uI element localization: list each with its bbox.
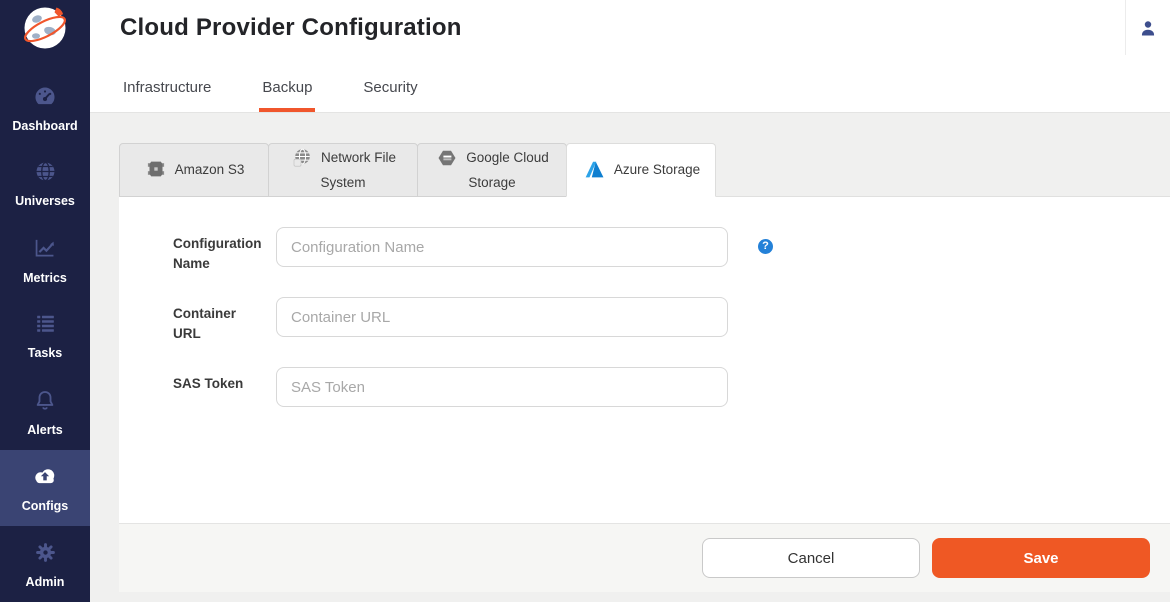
s3-icon [144,157,168,181]
sidebar-item-label: Configs [22,500,69,513]
app-logo[interactable] [0,0,90,69]
sidebar-item-label: Universes [15,195,75,208]
save-button[interactable]: Save [932,538,1150,578]
nfs-icon [290,146,314,170]
form-row-sas-token: SAS Token [173,367,1170,407]
storage-tab-amazon-s3[interactable]: Amazon S3 [119,143,269,197]
user-icon [1137,17,1159,39]
cancel-button[interactable]: Cancel [702,538,920,578]
storage-tab-label: Network File System [320,150,396,189]
form-row-container-url: Container URL [173,297,1170,343]
sidebar-item-label: Metrics [23,272,67,285]
sidebar-item-label: Dashboard [12,120,77,133]
form-action-bar: Cancel Save [119,523,1170,592]
sidebar-item-tasks[interactable]: Tasks [0,298,90,374]
universes-icon [33,159,58,189]
user-menu-button[interactable] [1125,0,1170,55]
metrics-icon [32,235,58,266]
sas-token-input[interactable] [276,367,728,407]
sas-token-label: SAS Token [173,367,263,394]
sidebar-item-alerts[interactable]: Alerts [0,374,90,450]
configs-icon [30,463,60,494]
page-header: Cloud Provider Configuration Infrastruct… [90,0,1170,113]
storage-tab-google-cloud-storage[interactable]: Google Cloud Storage [417,143,567,197]
configuration-name-input[interactable] [276,227,728,267]
sidebar-item-universes[interactable]: Universes [0,145,90,221]
storage-tab-label: Azure Storage [614,162,700,177]
main-area: Cloud Provider Configuration Infrastruct… [90,0,1170,602]
sidebar-item-configs[interactable]: Configs [0,450,90,526]
azure-storage-form-card: Configuration Name ? Container URL SAS T… [119,196,1170,523]
app-root: Dashboard Universes [0,0,1170,602]
main-tab-bar: Infrastructure Backup Security [90,56,1170,112]
storage-tab-label: Google Cloud Storage [466,150,549,189]
sidebar-item-admin[interactable]: Admin [0,526,90,602]
dashboard-icon [32,83,58,114]
storage-tab-network-file-system[interactable]: Network File System [268,143,418,197]
admin-icon [33,540,58,570]
container-url-label: Container URL [173,297,263,343]
form-row-configuration-name: Configuration Name ? [173,227,1170,273]
tasks-icon [33,311,58,341]
sidebar-item-label: Alerts [27,424,62,437]
storage-tab-label: Amazon S3 [175,162,245,177]
sidebar-item-metrics[interactable]: Metrics [0,221,90,297]
gcs-icon [435,146,459,170]
yugabyte-logo-icon [22,5,68,51]
sidebar-item-dashboard[interactable]: Dashboard [0,69,90,145]
sidebar-item-label: Admin [26,576,65,589]
tab-infrastructure[interactable]: Infrastructure [120,79,214,112]
tab-security[interactable]: Security [360,79,420,112]
sidebar: Dashboard Universes [0,0,90,602]
content-area: Amazon S3 Network File [90,113,1170,602]
alerts-icon [32,387,58,418]
container-url-input[interactable] [276,297,728,337]
help-icon[interactable]: ? [758,239,773,254]
storage-tab-azure-storage[interactable]: Azure Storage [566,143,716,197]
page-title: Cloud Provider Configuration [120,14,462,42]
tab-backup[interactable]: Backup [259,79,315,112]
storage-tab-bar: Amazon S3 Network File [119,143,1170,197]
azure-icon [582,157,607,182]
sidebar-item-label: Tasks [28,347,63,360]
configuration-name-label: Configuration Name [173,227,263,273]
